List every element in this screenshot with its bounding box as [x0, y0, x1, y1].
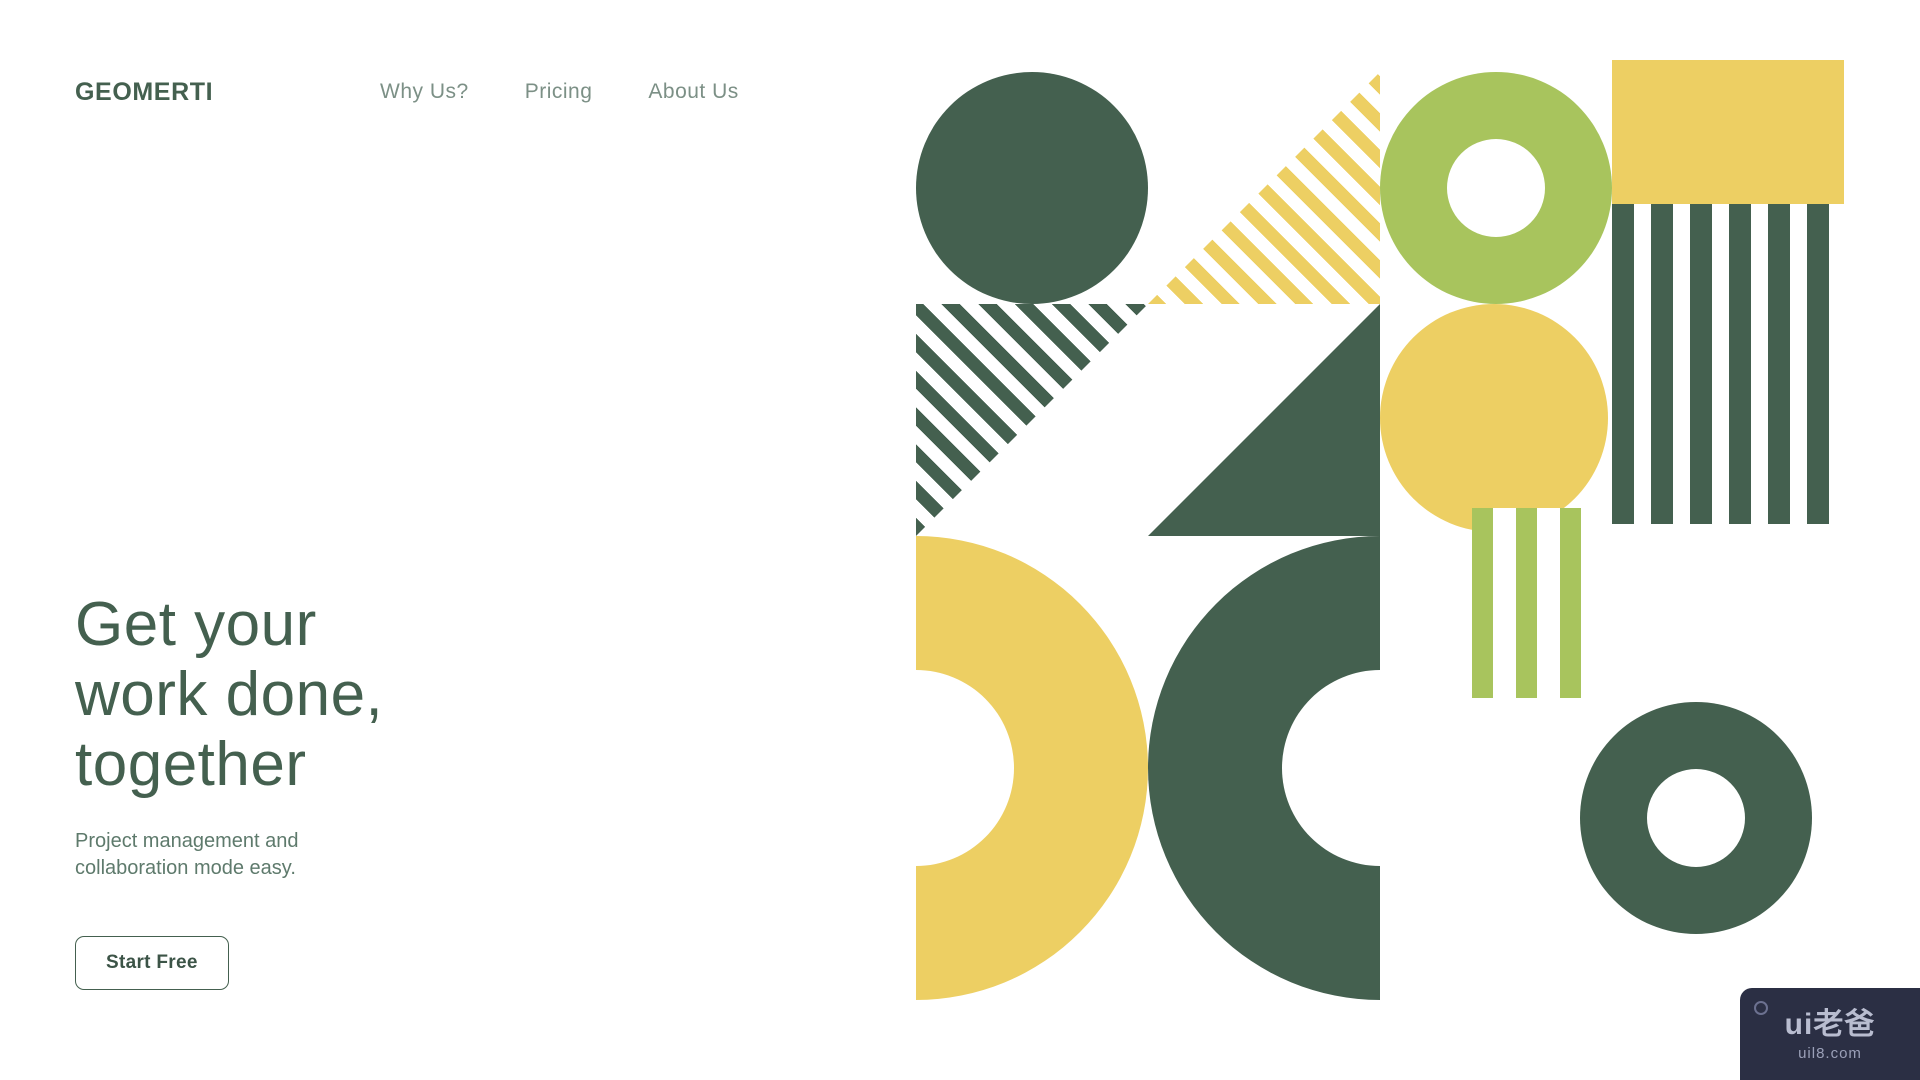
- half-ring-yellow-icon: [916, 536, 1148, 1000]
- watermark-badge: ui老爸 uil8.com: [1740, 988, 1920, 1080]
- circle-yellow-icon: [1380, 304, 1608, 532]
- watermark-url: uil8.com: [1798, 1045, 1862, 1062]
- art-cell-ring-dark: [1580, 702, 1812, 934]
- geometric-artwork: [916, 60, 1846, 1008]
- nav-item-why-us[interactable]: Why Us?: [380, 80, 469, 104]
- circle-dark-icon: [916, 72, 1148, 304]
- page-title: Get your work done, together: [75, 590, 384, 799]
- nav-item-about-us[interactable]: About Us: [648, 80, 738, 104]
- art-cell-stripes-dark: [916, 304, 1148, 536]
- watermark-title: ui老爸: [1784, 1008, 1876, 1041]
- vertical-bars-light-green-icon: [1472, 508, 1594, 698]
- site-header: GEOMERTI Why Us? Pricing About Us: [0, 0, 920, 140]
- art-cell-block-and-bars: [1612, 60, 1844, 536]
- diagonal-stripes-dark-icon: [916, 304, 1148, 536]
- triangle-dark-icon: [1148, 304, 1380, 536]
- art-cell-triangle-dark: [1148, 304, 1380, 536]
- rectangle-yellow-icon: [1612, 60, 1844, 204]
- ring-light-green-icon: [1380, 72, 1612, 304]
- circle-icon: [1754, 1001, 1768, 1015]
- hero-section: Get your work done, together Project man…: [75, 590, 595, 990]
- ring-dark-icon: [1580, 702, 1812, 934]
- main-navigation: Why Us? Pricing About Us: [380, 80, 739, 104]
- art-cell-ring-green: [1380, 72, 1612, 304]
- landing-page: GEOMERTI Why Us? Pricing About Us Get yo…: [0, 0, 1920, 1080]
- art-cell-stripes-yellow: [1148, 72, 1380, 304]
- art-cell-circle-dark: [916, 72, 1148, 304]
- diagonal-stripes-yellow-icon: [1148, 72, 1380, 304]
- start-free-button[interactable]: Start Free: [75, 936, 229, 990]
- hero-subtitle: Project management and collaboration mod…: [75, 830, 299, 879]
- brand-logo[interactable]: GEOMERTI: [75, 78, 213, 107]
- art-cell-circle-yellow: [1380, 304, 1612, 536]
- vertical-bars-dark-icon: [1612, 204, 1844, 524]
- nav-item-pricing[interactable]: Pricing: [525, 80, 593, 104]
- half-ring-dark-icon: [1148, 536, 1380, 1000]
